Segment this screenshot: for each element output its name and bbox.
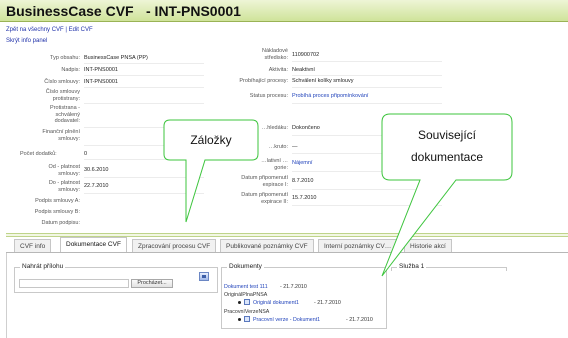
field-separator (292, 61, 442, 62)
field-separator (292, 103, 442, 104)
document-file-icon (244, 299, 250, 305)
field-separator (84, 75, 204, 76)
related-docs-callout-line1: Související (417, 128, 477, 142)
field-label: Probíhající procesy: (239, 78, 288, 84)
field-value: 22.7.2010 (84, 183, 109, 189)
title-bar: BusinessCase CVF - INT-PNS0001 (0, 0, 568, 22)
field-label: Nadpis: (61, 67, 80, 73)
service-title: Služba 1 (397, 263, 427, 270)
document-link[interactable]: Dokument test 111 (224, 284, 268, 290)
document-date: - 21.7.2010 (280, 284, 307, 290)
field-separator (84, 87, 204, 88)
field-value: 8.7.2010 (292, 178, 314, 184)
field-value: Neaktivní (292, 67, 315, 73)
tab-cvf-info[interactable]: CVF info (14, 239, 52, 252)
field-label: Podpis smlouvy B: (34, 209, 80, 215)
upload-attachment-group: Nahrát přílohu Procházet... (14, 263, 218, 293)
field-value: 15.7.2010 (292, 195, 317, 201)
document-date: - 21.7.2010 (314, 300, 341, 306)
field-label: Nákladové středisko: (262, 48, 288, 61)
field-value: 30.6.2010 (84, 167, 109, 173)
app-title: BusinessCase CVF (6, 3, 134, 19)
field-label: Datum připomenutí expirace II: (241, 192, 288, 205)
field-label: Číslo smlouvy protistrany: (45, 89, 80, 102)
field-separator (84, 177, 204, 178)
field-value: INT-PNS0001 (84, 67, 118, 73)
field-label: Datum připomenutí expirace I: (241, 175, 288, 188)
field-separator (84, 159, 204, 160)
link-separator: | (65, 27, 67, 33)
edit-cvf-link[interactable]: Edit CVF (69, 27, 93, 33)
tab-interni-poznamky[interactable]: Interní poznámky CV… (318, 239, 398, 252)
field-label: Číslo smlouvy: (44, 79, 80, 85)
field-separator (84, 63, 204, 64)
field-value: Schválení kolíky smlouvy (292, 78, 354, 84)
field-label: …lativní …gorie: (261, 158, 288, 171)
field-label: Podpis smlouvy A: (35, 198, 80, 204)
back-to-all-cvf-link[interactable]: Zpět na všechny CVF (6, 27, 64, 33)
attachment-file-input[interactable] (19, 279, 129, 288)
documents-group: Dokumenty Dokument test 111 - 21.7.2010 … (221, 263, 387, 329)
service-group: Služba 1 (391, 263, 507, 271)
tab-zpracovani-procesu[interactable]: Zpracování procesu CVF (132, 239, 217, 252)
field-separator (292, 205, 442, 206)
field-label: Datum podpisu: (41, 220, 80, 226)
field-separator (84, 193, 204, 194)
bookmarks-callout-text: Záložky (190, 133, 232, 147)
field-value: — (292, 144, 298, 150)
field-label: Od - platnost smlouvy: (48, 164, 81, 177)
field-value: INT-PNS0001 (84, 79, 118, 85)
field-label: Protistrana - schválený dodavatel: (50, 105, 80, 124)
field-value: 110900702 (292, 52, 320, 58)
field-separator (292, 189, 442, 190)
field-separator (292, 87, 442, 88)
field-label: Status procesu: (249, 93, 288, 99)
field-separator (84, 103, 204, 104)
upload-attachment-title: Nahrát přílohu (20, 263, 66, 270)
list-bullet (238, 301, 241, 304)
documents-title: Dokumenty (227, 263, 264, 270)
field-value: Dokončeno (292, 125, 320, 131)
field-separator (84, 127, 204, 128)
tab-publikovane-poznamky[interactable]: Publikované poznámky CVF (220, 239, 314, 252)
related-docs-callout-line2: dokumentace (410, 150, 484, 164)
document-link[interactable]: Pracovní verze - Dokument1 (253, 317, 320, 323)
document-folder-label: OriginálPlnaPNSA (224, 292, 268, 298)
field-value: 0 (84, 151, 88, 157)
list-bullet (238, 318, 241, 321)
document-link[interactable]: Originál dokument1 (253, 300, 299, 306)
document-date: - 21.7.2010 (346, 317, 373, 323)
field-separator (292, 171, 442, 172)
document-title: - INT-PNS0001 (146, 3, 241, 19)
field-label: Typ obsahu: (50, 55, 80, 61)
tab-historie-akci[interactable]: Historie akcí (404, 239, 452, 252)
tab-bar: CVF info Dokumentace CVF Zpracování proc… (6, 237, 568, 253)
hide-info-panel-link[interactable]: Skrýt info panel (6, 38, 47, 44)
document-folder-label: PracovníVerzeNSA (224, 309, 270, 315)
field-label: Finanční plnění smlouvy: (42, 129, 80, 142)
top-links: Zpět na všechny CVF | Edit CVF (6, 27, 93, 33)
field-label: Do - platnost smlouvy: (48, 180, 80, 193)
tab-panel-dokumentace: Nahrát přílohu Procházet... Dokumenty Do… (6, 253, 568, 338)
field-label: Počet dodatků: (20, 151, 57, 157)
field-label: Aktivita: (268, 67, 288, 73)
hide-info-panel-row: Skrýt info panel (6, 38, 47, 44)
process-status-link[interactable]: Probíhá proces připomínkování (292, 93, 368, 100)
browse-button[interactable]: Procházet... (131, 279, 173, 288)
category-link[interactable]: Nájemní (292, 160, 312, 167)
field-separator (292, 75, 442, 76)
upload-icon[interactable] (199, 272, 209, 281)
tab-dokumentace-cvf[interactable]: Dokumentace CVF (60, 237, 127, 252)
document-file-icon (244, 316, 250, 322)
field-value: BusinessCase PNSA (PP) (84, 55, 148, 61)
